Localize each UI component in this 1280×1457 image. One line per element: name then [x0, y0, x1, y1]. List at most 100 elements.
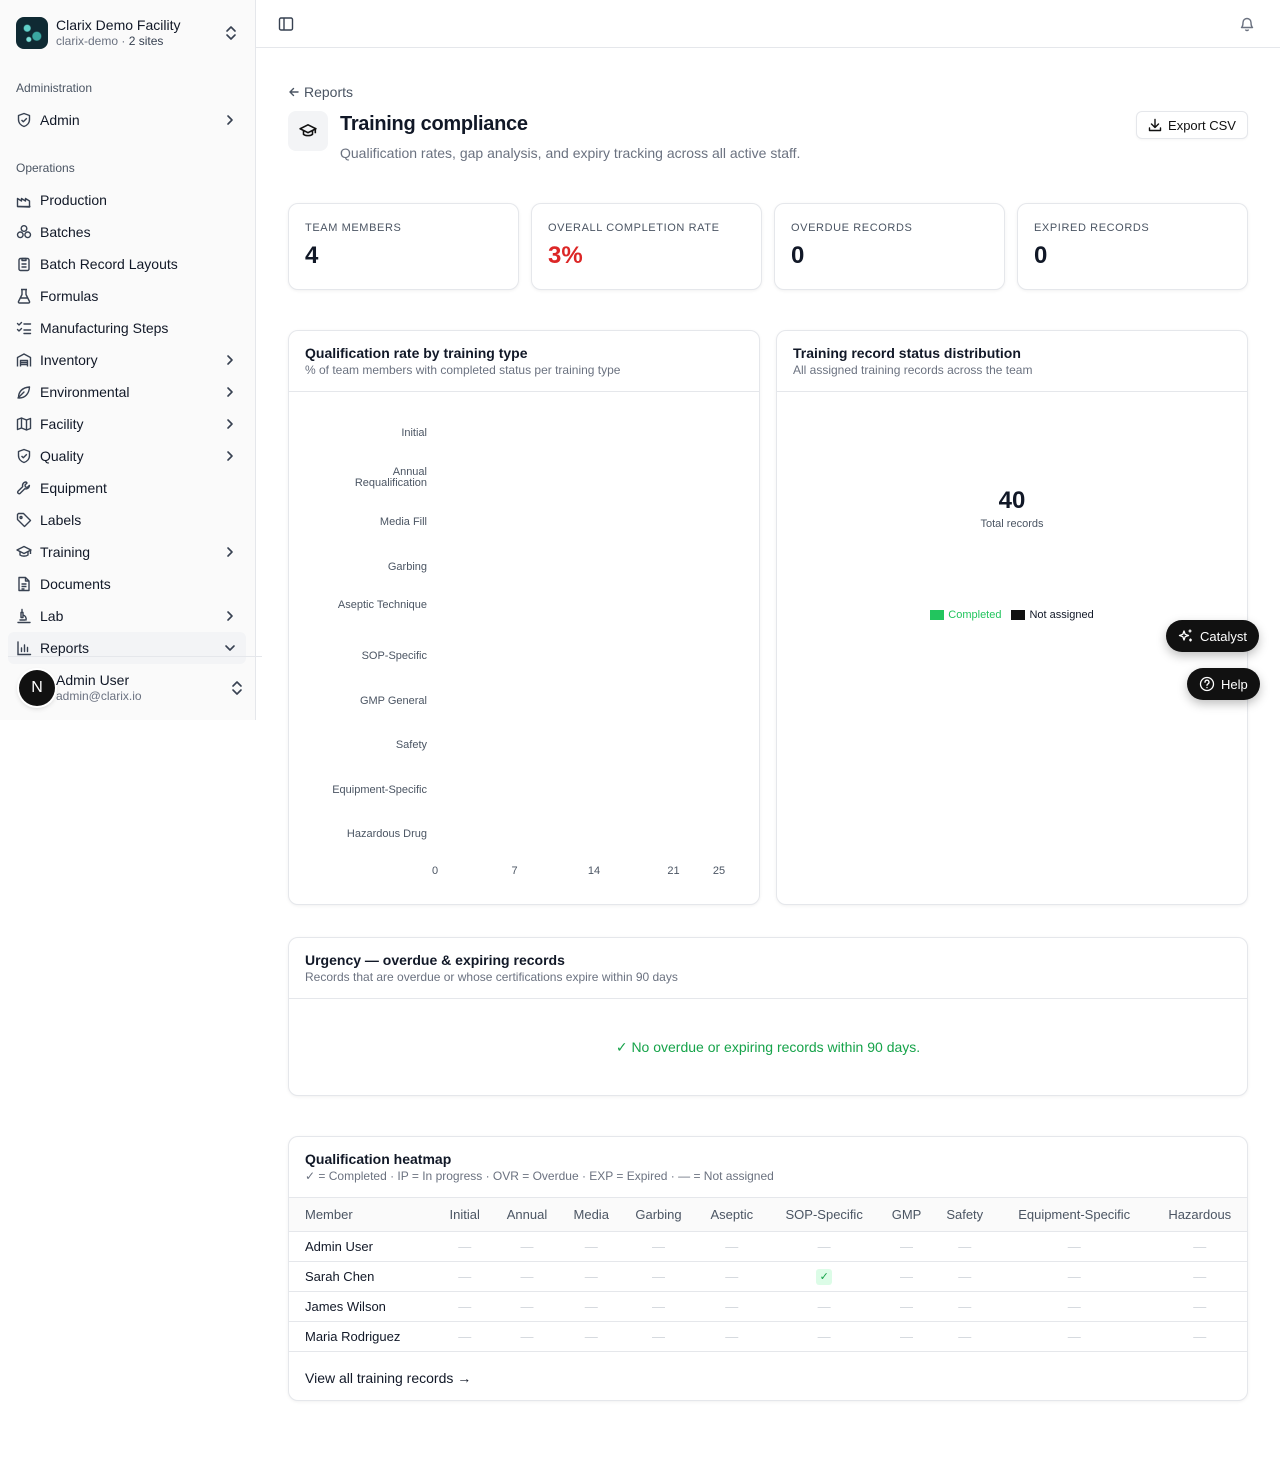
- chevron-right-icon: [227, 115, 233, 125]
- sparkles-icon: [1178, 629, 1192, 642]
- user-menu[interactable]: N Admin User admin@clarix.io: [8, 656, 262, 718]
- sidebar-item-formulas[interactable]: Formulas: [8, 280, 246, 312]
- sidebar-item-label: Admin: [40, 112, 80, 128]
- column-header: Garbing: [622, 1198, 695, 1232]
- chevron-right-icon: [227, 387, 233, 397]
- legend-item-completed[interactable]: Completed: [930, 609, 1001, 621]
- member-name: James Wilson: [289, 1291, 436, 1322]
- user-name: Admin User: [56, 671, 130, 688]
- sidebar-item-facility[interactable]: Facility: [8, 408, 246, 440]
- heatmap-cell: —: [694, 1321, 769, 1352]
- sidebar-item-equipment[interactable]: Equipment: [8, 472, 246, 504]
- sidebar-item-training[interactable]: Training: [8, 536, 246, 568]
- heatmap-cell: —: [768, 1321, 880, 1352]
- heatmap-cell: —: [933, 1261, 996, 1292]
- sidebar-item-label: Facility: [40, 416, 84, 432]
- sidebar-item-lab[interactable]: Lab: [8, 600, 246, 632]
- x-tick-label: 21: [667, 865, 680, 877]
- heatmap-cell: —: [995, 1231, 1153, 1262]
- chevron-right-icon: [227, 419, 233, 429]
- section-operations: Operations: [16, 161, 75, 175]
- heatmap-cell: —: [1152, 1231, 1247, 1262]
- heatmap-cell: —: [435, 1321, 494, 1352]
- sidebar-item-label: Inventory: [40, 352, 98, 368]
- y-tick-label: Garbing: [387, 560, 427, 573]
- column-header: Initial: [435, 1198, 494, 1232]
- export-csv-button[interactable]: Export CSV: [1136, 111, 1248, 139]
- view-all-training-records-link[interactable]: View all training records →: [305, 1370, 471, 1386]
- bell-icon[interactable]: [1239, 16, 1255, 32]
- heatmap-cell: —: [560, 1291, 623, 1322]
- stat-value: 0: [791, 242, 805, 269]
- member-name: Admin User: [289, 1231, 436, 1262]
- sidebar-item-labels[interactable]: Labels: [8, 504, 246, 536]
- sidebar-item-admin[interactable]: Admin: [8, 104, 246, 136]
- card-title: Qualification heatmap: [305, 1151, 452, 1167]
- heatmap-cell: —: [694, 1291, 769, 1322]
- member-name: Sarah Chen: [289, 1261, 436, 1292]
- member-name: Maria Rodriguez: [289, 1321, 436, 1352]
- leaf-icon: [16, 384, 32, 400]
- flask-icon: [16, 288, 32, 304]
- y-tick-label: Hazardous Drug: [346, 828, 427, 841]
- chevrons-up-down-icon: [232, 680, 242, 695]
- help-button[interactable]: Help: [1187, 668, 1260, 700]
- card-subtitle: ✓ = Completed · IP = In progress · OVR =…: [305, 1169, 774, 1183]
- shield-check-icon: [16, 112, 32, 128]
- sidebar-item-label: Manufacturing Steps: [40, 320, 169, 336]
- card-title: Urgency — overdue & expiring records: [305, 952, 565, 968]
- stat-label: Overall completion rate: [548, 222, 720, 234]
- heatmap-cell: —: [622, 1261, 695, 1292]
- org-switcher[interactable]: Clarix Demo Facility clarix-demo · 2 sit…: [16, 15, 246, 51]
- y-tick-label: GMP General: [359, 694, 427, 707]
- sidebar-item-production[interactable]: Production: [8, 184, 246, 216]
- heatmap-cell: ✓: [768, 1261, 880, 1292]
- stat-overdue-records: Overdue records 0: [774, 203, 1005, 290]
- sidebar-item-documents[interactable]: Documents: [8, 568, 246, 600]
- arrow-left-icon: [289, 87, 299, 97]
- sidebar-item-batches[interactable]: Batches: [8, 216, 246, 248]
- sidebar-item-label: Labels: [40, 512, 82, 528]
- qualification-heatmap-card: Qualification heatmap ✓ = Completed · IP…: [288, 1136, 1248, 1401]
- heatmap-cell: —: [1152, 1261, 1247, 1292]
- download-icon: [1148, 118, 1162, 132]
- graduation-cap-icon: [16, 544, 32, 560]
- column-header: Annual: [493, 1198, 561, 1232]
- sidebar-item-inventory[interactable]: Inventory: [8, 344, 246, 376]
- sidebar-item-manufacturing-steps[interactable]: Manufacturing Steps: [8, 312, 246, 344]
- column-header: Hazardous: [1152, 1198, 1247, 1232]
- avatar: N: [19, 669, 55, 706]
- stat-value: 4: [305, 242, 319, 269]
- heatmap-cell: —: [1152, 1321, 1247, 1352]
- sidebar-item-quality[interactable]: Quality: [8, 440, 246, 472]
- sidebar-item-label: Formulas: [40, 288, 99, 304]
- y-tick-label: Initial: [401, 427, 427, 439]
- heatmap-cell: —: [995, 1291, 1153, 1322]
- chart-legend: Completed Not assigned: [777, 609, 1247, 621]
- factory-icon: [16, 192, 32, 208]
- heatmap-cell: —: [622, 1291, 695, 1322]
- back-link[interactable]: Reports: [288, 84, 353, 100]
- export-csv-label: Export CSV: [1168, 117, 1236, 133]
- legend-item-not-assigned[interactable]: Not assigned: [1011, 609, 1094, 621]
- stat-expired-records: Expired records 0: [1017, 203, 1248, 290]
- sidebar-item-environmental[interactable]: Environmental: [8, 376, 246, 408]
- y-tick-label: Media Fill: [379, 516, 427, 529]
- stat-label: Overdue records: [791, 222, 913, 234]
- section-administration: Administration: [16, 81, 93, 95]
- back-link-label: Reports: [304, 84, 354, 100]
- column-header: Media: [560, 1198, 623, 1232]
- sidebar-item-batch-record-layouts[interactable]: Batch Record Layouts: [8, 248, 246, 280]
- help-circle-icon: [1199, 676, 1215, 692]
- org-subtitle: clarix-demo · 2 sites: [56, 34, 164, 48]
- y-tick-label: Safety: [395, 739, 427, 752]
- sidebar-item-label: Lab: [40, 608, 64, 624]
- boxes-icon: [16, 224, 32, 240]
- catalyst-button[interactable]: Catalyst: [1166, 620, 1259, 652]
- heatmap-cell: —: [995, 1261, 1153, 1292]
- heatmap-cell: —: [560, 1321, 623, 1352]
- table-row: Maria Rodriguez — — — — — — — — — —: [289, 1321, 1247, 1352]
- sidebar-toggle-icon[interactable]: [278, 16, 294, 32]
- chevron-right-icon: [227, 547, 233, 557]
- sidebar: Clarix Demo Facility clarix-demo · 2 sit…: [0, 0, 262, 720]
